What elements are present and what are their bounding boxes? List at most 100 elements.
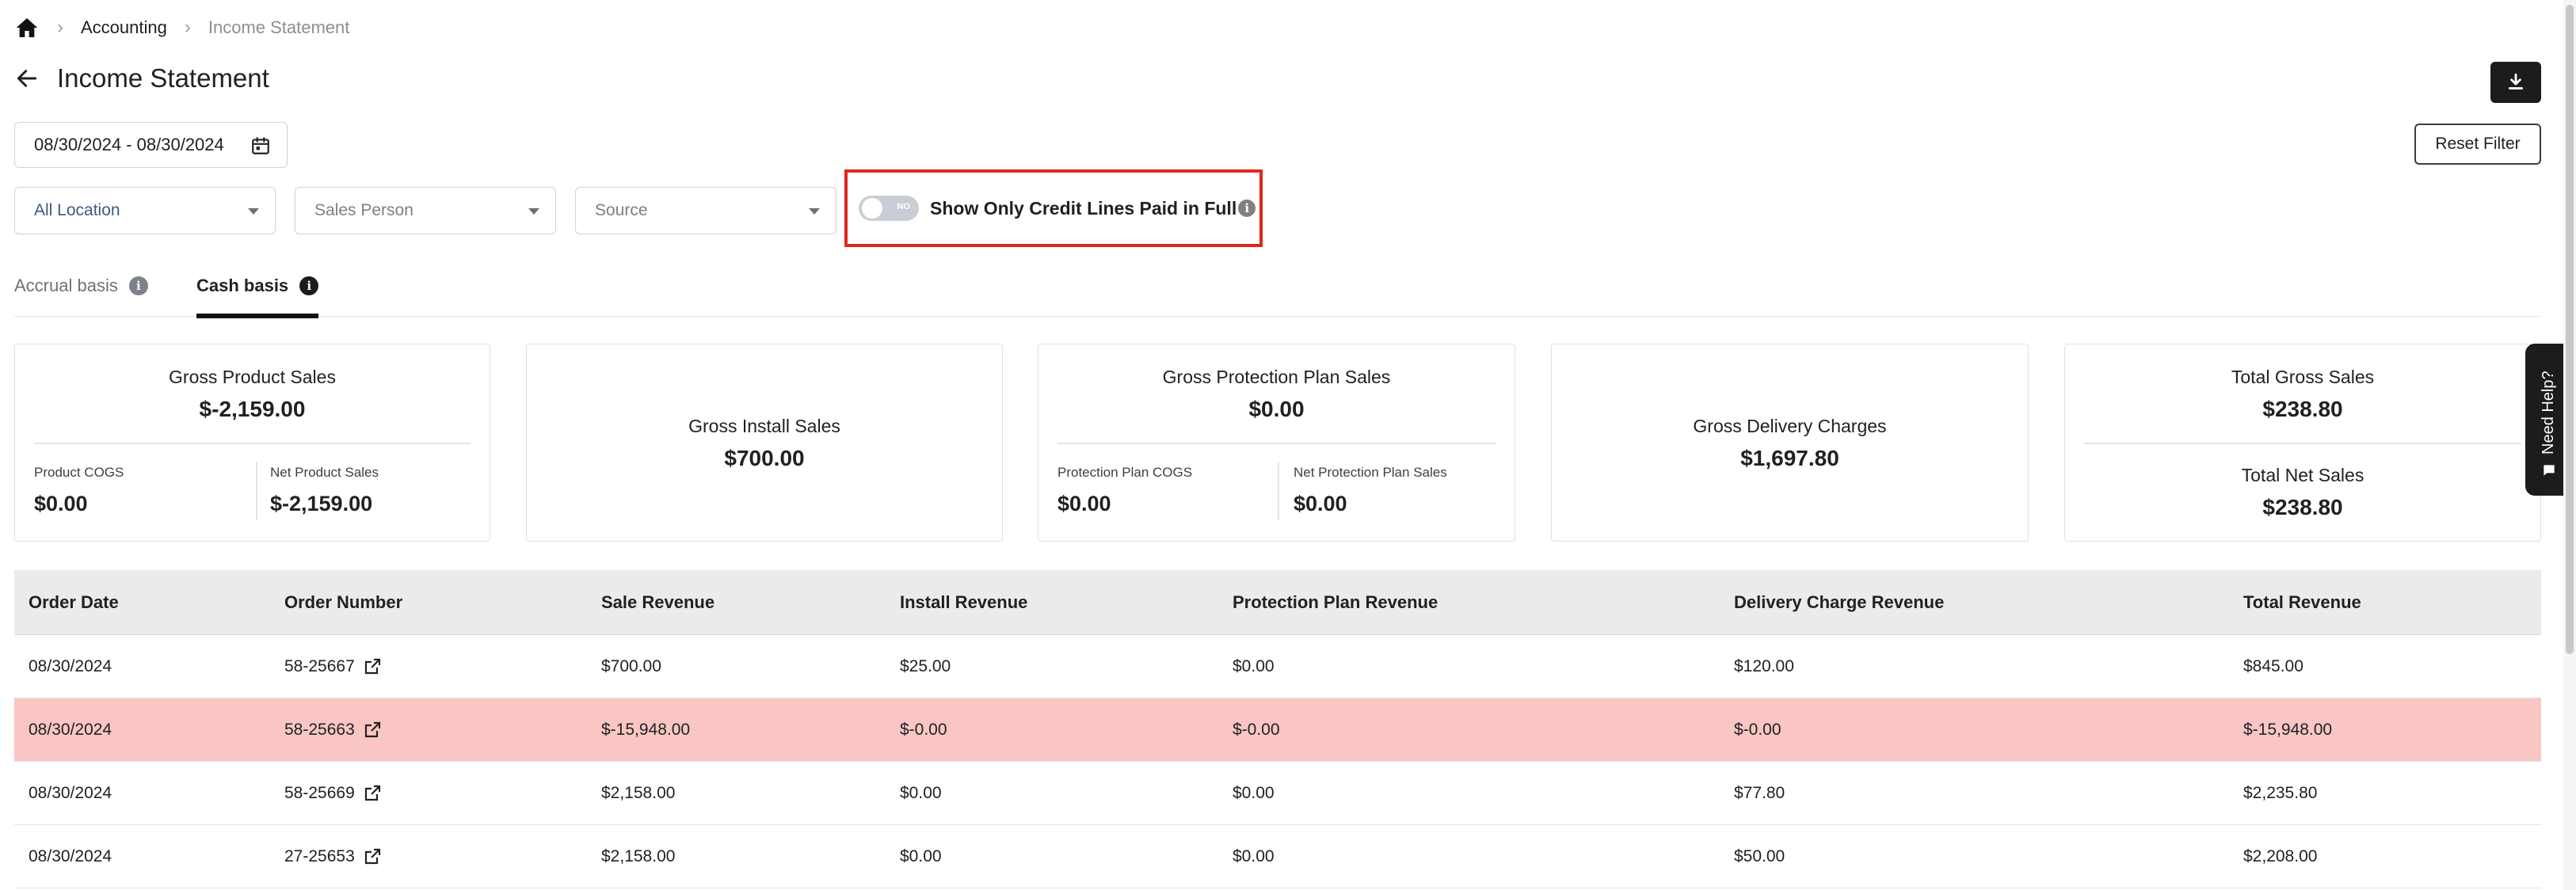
reset-filter-button[interactable]: Reset Filter [2414,124,2541,165]
card-title: Gross Delivery Charges [1693,416,1887,436]
protection-plan-cogs-label: Protection Plan COGS [1057,465,1193,480]
page-scrollbar[interactable] [2563,0,2576,890]
card-gross-protection-plan-sales: Gross Protection Plan Sales $0.00 Protec… [1038,344,1515,542]
need-help-label: Need Help? [2540,371,2557,455]
column-header[interactable]: Install Revenue [900,570,1027,635]
order-date: 08/30/2024 [29,657,112,675]
sales-person-select[interactable]: Sales Person [295,187,556,234]
product-cogs-label: Product COGS [34,465,124,480]
credit-lines-toggle-highlight: NO Show Only Credit Lines Paid in Full i [844,169,1263,247]
orders-table: Order Date Order Number Sale Revenue Ins… [14,570,2541,888]
install-revenue: $0.00 [900,784,942,802]
info-icon[interactable]: i [299,276,319,295]
order-number-link[interactable]: 58-25669 [284,762,382,825]
card-gross-delivery-charges: Gross Delivery Charges $1,697.80 [1551,344,2029,542]
card-value: $0.00 [1248,397,1305,421]
date-range-picker[interactable]: 08/30/2024 - 08/30/2024 [14,122,288,168]
total-revenue: $845.00 [2243,657,2304,675]
total-revenue: $2,208.00 [2243,847,2318,865]
card-total-sales: Total Gross Sales $238.80 Total Net Sale… [2064,344,2541,542]
sale-revenue: $2,158.00 [601,784,676,802]
date-range-value: 08/30/2024 - 08/30/2024 [34,135,224,154]
caret-down-icon [248,208,259,215]
tab-accrual-basis[interactable]: Accrual basis i [14,261,148,317]
card-value: $700.00 [724,446,805,470]
divider [34,443,471,444]
info-icon[interactable]: i [1238,200,1256,217]
page-title: Income Statement [57,63,269,93]
home-icon[interactable] [14,15,40,40]
external-link-icon[interactable] [363,784,382,803]
order-number: 27-25653 [284,847,355,865]
total-revenue: $2,235.80 [2243,784,2318,802]
sales-person-placeholder: Sales Person [314,201,413,219]
protection-plan-revenue: $0.00 [1233,657,1275,675]
sale-revenue: $-15,948.00 [601,721,691,739]
column-header[interactable]: Sale Revenue [601,570,714,635]
breadcrumb-item-current: Income Statement [208,17,350,37]
source-select[interactable]: Source [575,187,836,234]
column-header[interactable]: Order Date [29,570,119,635]
caret-down-icon [528,208,539,215]
divider [2084,443,2521,444]
external-link-icon[interactable] [363,847,382,866]
product-cogs-value: $0.00 [34,492,88,515]
tab-label: Accrual basis [14,276,118,295]
net-product-sales-label: Net Product Sales [270,465,379,480]
external-link-icon[interactable] [363,721,382,740]
external-link-icon[interactable] [363,657,382,676]
order-date: 08/30/2024 [29,721,112,739]
protection-plan-revenue: $0.00 [1233,847,1275,865]
credit-lines-toggle[interactable]: NO [859,196,919,221]
protection-plan-revenue: $0.00 [1233,784,1275,802]
page-header: Income Statement [14,60,269,97]
tab-cash-basis[interactable]: Cash basis i [196,261,319,318]
order-date: 08/30/2024 [29,784,112,802]
install-revenue: $25.00 [900,657,951,675]
delivery-charge-revenue: $77.80 [1734,784,1785,802]
table-row: 08/30/2024 58-25663 $-15,948.00 $-0.00 $… [14,698,2541,762]
net-product-sales-value: $-2,159.00 [270,492,373,515]
order-number: 58-25667 [284,657,355,675]
divider [256,462,257,520]
calendar-icon [252,137,269,154]
install-revenue: $-0.00 [900,721,947,739]
delivery-charge-revenue: $120.00 [1734,657,1794,675]
net-protection-plan-sales-label: Net Protection Plan Sales [1294,465,1447,480]
caret-down-icon [809,208,820,215]
card-value: $-2,159.00 [199,397,306,421]
card-title: Gross Product Sales [169,367,336,387]
table-row: 08/30/2024 27-25653 $2,158.00 $0.00 $0.0… [14,825,2541,888]
info-icon[interactable]: i [128,276,148,295]
column-header[interactable]: Delivery Charge Revenue [1734,570,1944,635]
order-number-link[interactable]: 27-25653 [284,825,382,888]
column-header[interactable]: Total Revenue [2243,570,2361,635]
order-number-link[interactable]: 58-25667 [284,635,382,698]
order-number-link[interactable]: 58-25663 [284,698,382,762]
toggle-knob [862,198,882,219]
divider [1057,443,1496,444]
order-date: 08/30/2024 [29,847,112,865]
column-header[interactable]: Order Number [284,570,402,635]
sale-revenue: $700.00 [601,657,661,675]
protection-plan-revenue: $-0.00 [1233,721,1280,739]
card-title: Total Net Sales [2241,465,2365,485]
sale-revenue: $2,158.00 [601,847,676,865]
protection-plan-cogs-value: $0.00 [1057,492,1111,515]
divider [1278,462,1279,520]
delivery-charge-revenue: $50.00 [1734,847,1785,865]
location-select[interactable]: All Location [14,187,276,234]
basis-tabs: Accrual basis i Cash basis i [14,261,2541,318]
scrollbar-thumb[interactable] [2566,5,2574,654]
credit-lines-toggle-label: Show Only Credit Lines Paid in Full [930,197,1237,219]
toggle-state-text: NO [897,202,911,211]
card-gross-product-sales: Gross Product Sales $-2,159.00 Product C… [14,344,490,542]
card-title: Gross Protection Plan Sales [1162,367,1391,387]
breadcrumb: › Accounting › Income Statement [14,14,349,41]
need-help-content: Need Help? [2540,371,2558,478]
back-arrow-icon[interactable] [14,66,40,91]
download-button[interactable] [2490,62,2541,103]
card-value: $1,697.80 [1740,446,1839,470]
column-header[interactable]: Protection Plan Revenue [1233,570,1438,635]
breadcrumb-item-accounting[interactable]: Accounting [81,17,167,38]
